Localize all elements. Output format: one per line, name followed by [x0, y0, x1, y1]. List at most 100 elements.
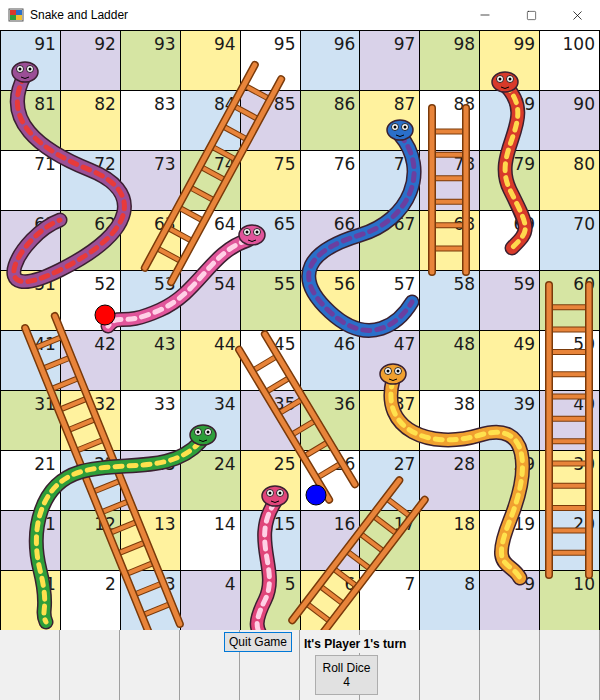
cell-number: 12	[94, 516, 116, 533]
board-cell: 50	[540, 331, 600, 391]
board-cell: 39	[480, 391, 540, 451]
cell-number: 100	[563, 36, 595, 53]
cell-number: 51	[34, 276, 56, 293]
board-cell: 45	[241, 331, 301, 391]
snake-icon	[12, 62, 124, 282]
cell-number: 64	[214, 216, 236, 233]
ladder-icon	[25, 316, 180, 630]
board-cell: 8	[420, 571, 480, 631]
board-cell: 1	[1, 571, 61, 631]
board-cell: 32	[61, 391, 121, 451]
cell-number: 17	[394, 516, 416, 533]
board-cell: 68	[420, 211, 480, 271]
board-cell: 89	[480, 91, 540, 151]
cell-number: 96	[334, 36, 356, 53]
board-cell: 5	[241, 571, 301, 631]
board-drawings	[0, 30, 600, 630]
board-cell: 42	[61, 331, 121, 391]
cell-number: 32	[94, 396, 116, 413]
board-cell: 4	[181, 571, 241, 631]
board-cell: 75	[241, 151, 301, 211]
cell-number: 31	[34, 396, 56, 413]
cell-number: 46	[334, 336, 356, 353]
cell-number: 97	[394, 36, 416, 53]
board-cell: 53	[121, 271, 181, 331]
cell-number: 43	[154, 336, 176, 353]
board-cell: 16	[301, 511, 361, 571]
board-cell: 49	[480, 331, 540, 391]
board-cell: 77	[360, 151, 420, 211]
cell-number: 54	[214, 276, 236, 293]
snake-icon	[36, 425, 216, 622]
minimize-button[interactable]	[462, 0, 508, 30]
quit-button[interactable]: Quit Game	[224, 632, 292, 652]
cell-number: 67	[394, 216, 416, 233]
board-cell: 84	[181, 91, 241, 151]
board-cell: 14	[181, 511, 241, 571]
ladder-icon	[549, 285, 589, 575]
cell-number: 23	[154, 456, 176, 473]
cell-number: 6	[345, 576, 356, 593]
board-cell: 48	[420, 331, 480, 391]
cell-number: 87	[394, 96, 416, 113]
cell-number: 84	[214, 96, 236, 113]
game-board: 9192939495969798991008182838485868788899…	[0, 30, 600, 630]
cell-number: 98	[454, 36, 476, 53]
board-cell: 33	[121, 391, 181, 451]
board-cell: 31	[1, 391, 61, 451]
cell-number: 89	[513, 96, 535, 113]
board-cell: 85	[241, 91, 301, 151]
roll-dice-label: Roll Dice	[322, 661, 370, 675]
board-cell: 26	[301, 451, 361, 511]
board-cell: 60	[540, 271, 600, 331]
board-cell: 73	[121, 151, 181, 211]
board-cell: 23	[121, 451, 181, 511]
board-cell: 98	[420, 31, 480, 91]
board-cell: 35	[241, 391, 301, 451]
board-cell: 30	[540, 451, 600, 511]
board-cell: 70	[540, 211, 600, 271]
cell-number: 55	[274, 276, 296, 293]
maximize-button[interactable]	[508, 0, 554, 30]
cell-number: 15	[274, 516, 296, 533]
board-cell: 36	[301, 391, 361, 451]
board-cell: 86	[301, 91, 361, 151]
board-cell: 22	[61, 451, 121, 511]
cell-number: 11	[34, 516, 56, 533]
cell-number: 14	[214, 516, 236, 533]
cell-number: 68	[454, 216, 476, 233]
board-cell: 90	[540, 91, 600, 151]
cell-number: 10	[573, 576, 595, 593]
cell-number: 21	[34, 456, 56, 473]
cell-number: 30	[573, 456, 595, 473]
board-cell: 6	[301, 571, 361, 631]
board-cell: 19	[480, 511, 540, 571]
cell-number: 18	[454, 516, 476, 533]
cell-number: 40	[573, 396, 595, 413]
cell-number: 48	[454, 336, 476, 353]
roll-dice-button[interactable]: Roll Dice4	[315, 655, 378, 695]
board-cell: 96	[301, 31, 361, 91]
cell-number: 50	[573, 336, 595, 353]
board-cell: 58	[420, 271, 480, 331]
close-button[interactable]	[554, 0, 600, 30]
board-cell: 27	[360, 451, 420, 511]
control-panel: Quit GameIt's Player 1's turnRoll Dice4	[0, 630, 600, 700]
board-cell: 81	[1, 91, 61, 151]
ladder-icon	[239, 334, 355, 499]
cell-number: 44	[214, 336, 236, 353]
board-cell: 29	[480, 451, 540, 511]
cell-number: 35	[274, 396, 296, 413]
board-cell: 61	[1, 211, 61, 271]
board-cell: 55	[241, 271, 301, 331]
board-cell: 11	[1, 511, 61, 571]
cell-number: 57	[394, 276, 416, 293]
board-cell: 64	[181, 211, 241, 271]
cell-number: 94	[214, 36, 236, 53]
cell-number: 69	[513, 216, 535, 233]
cell-number: 82	[94, 96, 116, 113]
cell-number: 3	[165, 576, 176, 593]
snake-icon	[309, 120, 414, 330]
board-cell: 74	[181, 151, 241, 211]
board-cell: 15	[241, 511, 301, 571]
